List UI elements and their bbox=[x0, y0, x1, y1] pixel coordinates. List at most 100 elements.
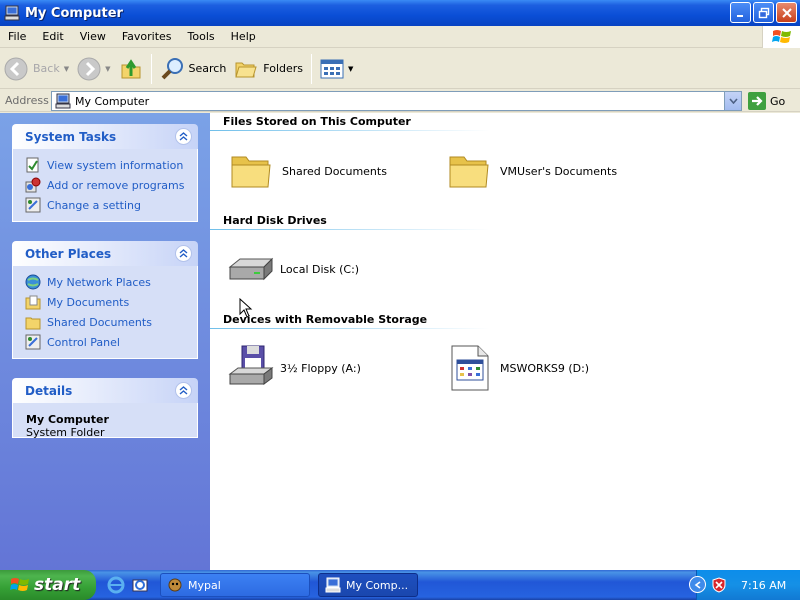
network-globe-icon bbox=[25, 274, 41, 290]
clock: 7:16 AM bbox=[741, 578, 787, 592]
menu-help[interactable]: Help bbox=[223, 30, 264, 43]
place-shared-documents[interactable]: Shared Documents bbox=[25, 312, 197, 332]
my-documents-icon bbox=[25, 295, 41, 310]
group-divider bbox=[210, 328, 490, 329]
place-my-network-places[interactable]: My Network Places bbox=[25, 272, 197, 292]
group-title-hard-disks: Hard Disk Drives bbox=[223, 214, 327, 227]
windows-logo-icon bbox=[10, 578, 29, 591]
details-header[interactable]: Details bbox=[12, 378, 198, 403]
details-type: System Folder bbox=[26, 426, 105, 439]
chevron-up-icon bbox=[179, 386, 188, 395]
start-button[interactable]: start bbox=[0, 570, 96, 600]
mypal-icon bbox=[168, 578, 182, 592]
up-button[interactable] bbox=[115, 52, 147, 86]
item-local-disk-c[interactable]: Local Disk (C:) bbox=[226, 245, 359, 293]
menu-file[interactable]: File bbox=[0, 30, 34, 43]
internet-explorer-icon[interactable] bbox=[107, 576, 125, 594]
chevron-up-icon bbox=[179, 132, 188, 141]
folders-button[interactable]: Folders bbox=[230, 52, 307, 86]
system-info-icon bbox=[26, 157, 39, 173]
folder-icon bbox=[25, 317, 41, 330]
toolbar-separator bbox=[311, 53, 313, 84]
item-vmuser-documents[interactable]: VMUser's Documents bbox=[446, 147, 617, 195]
system-tasks-panel: System Tasks View system information Add… bbox=[12, 124, 198, 222]
group-divider bbox=[210, 229, 490, 230]
item-msworks9-d[interactable]: MSWORKS9 (D:) bbox=[446, 344, 589, 392]
item-floppy-a[interactable]: 3½ Floppy (A:) bbox=[226, 344, 361, 392]
place-my-documents[interactable]: My Documents bbox=[25, 292, 197, 312]
toolbar: Back ▼ ▼ Search Folders ▼ bbox=[0, 49, 800, 89]
back-dropdown-icon[interactable]: ▼ bbox=[64, 65, 69, 73]
go-arrow-icon bbox=[748, 92, 766, 110]
control-panel-icon bbox=[25, 334, 41, 350]
forward-arrow-icon bbox=[77, 57, 101, 80]
windows-logo-icon bbox=[762, 26, 800, 48]
taskbar-button-mypal[interactable]: Mypal bbox=[160, 573, 310, 597]
search-icon bbox=[161, 57, 183, 79]
taskbar-button-my-computer[interactable]: My Comp... bbox=[318, 573, 418, 597]
address-bar: Address My Computer Go bbox=[0, 90, 800, 112]
toolbar-separator bbox=[150, 53, 152, 84]
back-button[interactable]: Back ▼ bbox=[0, 52, 73, 86]
task-add-remove-programs[interactable]: Add or remove programs bbox=[25, 175, 197, 195]
go-button[interactable]: Go bbox=[748, 92, 785, 110]
folders-icon bbox=[235, 62, 257, 77]
details-panel: Details My Computer System Folder bbox=[12, 378, 198, 439]
group-title-removable: Devices with Removable Storage bbox=[223, 313, 428, 326]
title-bar[interactable]: My Computer bbox=[0, 0, 800, 26]
computer-icon bbox=[325, 577, 341, 593]
system-tasks-header[interactable]: System Tasks bbox=[12, 124, 198, 149]
chevron-left-icon bbox=[694, 580, 700, 589]
chevron-up-icon bbox=[179, 249, 188, 258]
close-button[interactable] bbox=[776, 2, 797, 23]
address-value: My Computer bbox=[75, 94, 150, 108]
collapse-button[interactable] bbox=[175, 382, 192, 399]
maximize-button[interactable] bbox=[753, 2, 774, 23]
other-places-header[interactable]: Other Places bbox=[12, 241, 198, 266]
place-control-panel[interactable]: Control Panel bbox=[25, 332, 197, 352]
collapse-button[interactable] bbox=[175, 128, 192, 145]
task-change-setting[interactable]: Change a setting bbox=[25, 195, 197, 215]
folder-icon bbox=[449, 156, 489, 188]
menu-edit[interactable]: Edit bbox=[34, 30, 71, 43]
folder-up-icon bbox=[121, 58, 140, 78]
menu-tools[interactable]: Tools bbox=[180, 30, 223, 43]
forward-dropdown-icon[interactable]: ▼ bbox=[105, 65, 110, 73]
collapse-button[interactable] bbox=[175, 245, 192, 262]
details-name: My Computer bbox=[26, 413, 109, 426]
search-button[interactable]: Search bbox=[156, 52, 231, 86]
mouse-cursor-icon bbox=[239, 298, 253, 318]
computer-icon bbox=[55, 93, 71, 109]
hard-disk-icon bbox=[228, 257, 274, 281]
group-title-files: Files Stored on This Computer bbox=[223, 115, 411, 128]
forward-button[interactable]: ▼ bbox=[73, 52, 114, 86]
address-label: Address bbox=[5, 94, 49, 107]
other-places-panel: Other Places My Network Places My Docume… bbox=[12, 241, 198, 359]
floppy-drive-icon bbox=[228, 345, 274, 385]
restore-icon bbox=[758, 7, 769, 18]
taskbar: start Mypal My Comp... 7:16 AM bbox=[0, 570, 800, 600]
task-view-system-info[interactable]: View system information bbox=[25, 155, 197, 175]
folder-icon bbox=[231, 156, 271, 188]
group-divider bbox=[210, 130, 490, 131]
back-arrow-icon bbox=[4, 57, 28, 80]
add-remove-programs-icon bbox=[25, 177, 41, 193]
item-shared-documents[interactable]: Shared Documents bbox=[228, 147, 387, 195]
security-shield-icon[interactable] bbox=[711, 577, 727, 593]
views-button[interactable]: ▼ bbox=[316, 52, 357, 86]
close-icon bbox=[781, 7, 792, 18]
views-icon bbox=[320, 59, 344, 78]
minimize-icon bbox=[736, 14, 743, 17]
chevron-down-icon bbox=[728, 98, 738, 104]
outlook-express-icon[interactable] bbox=[131, 576, 149, 594]
minimize-button[interactable] bbox=[730, 2, 751, 23]
menu-favorites[interactable]: Favorites bbox=[114, 30, 180, 43]
menu-bar: File Edit View Favorites Tools Help bbox=[0, 26, 800, 48]
address-input[interactable]: My Computer bbox=[51, 91, 742, 111]
address-dropdown-button[interactable] bbox=[724, 92, 741, 110]
file-view: Files Stored on This Computer Shared Doc… bbox=[210, 113, 800, 570]
menu-view[interactable]: View bbox=[72, 30, 114, 43]
task-pane: System Tasks View system information Add… bbox=[0, 113, 210, 570]
views-dropdown-icon[interactable]: ▼ bbox=[348, 65, 353, 73]
show-hidden-icons-button[interactable] bbox=[689, 576, 706, 593]
